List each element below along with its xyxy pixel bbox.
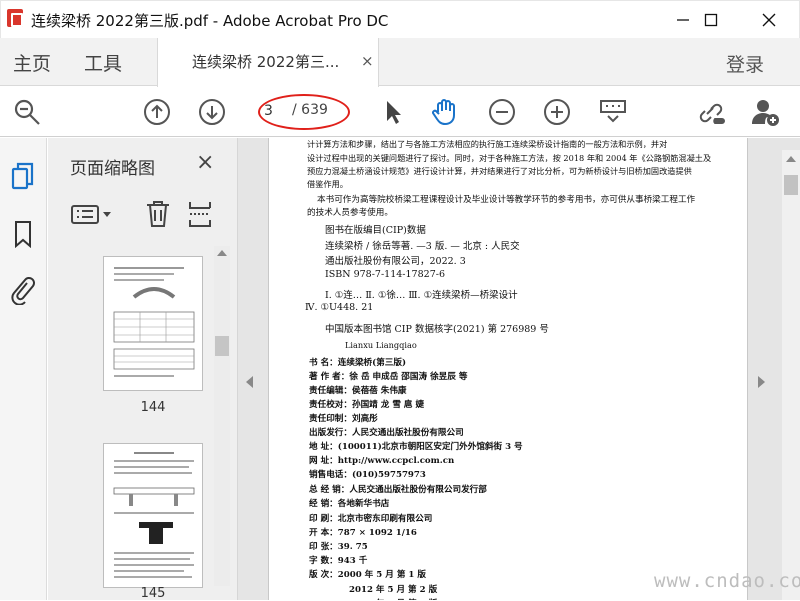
zoom-out-icon[interactable] (485, 95, 519, 129)
hand-tool-icon[interactable] (428, 95, 462, 129)
previous-page-button[interactable] (140, 95, 174, 129)
document-scroll-thumb[interactable] (784, 175, 798, 195)
document-text-line: 2012 年 5 月 第 2 版 (349, 585, 438, 595)
thumbnail-panel: 页面缩略图 × 144 145 (48, 138, 238, 601)
login-button[interactable]: 登录 (726, 50, 764, 77)
document-text-line: 书 名：连续梁桥(第三版) (309, 358, 407, 368)
document-tab-label: 连续梁桥 2022第三... (192, 53, 340, 71)
crop-page-icon[interactable] (186, 200, 214, 228)
maximize-button[interactable] (685, 1, 737, 39)
document-page: 计计算方法和步骤，结出了与各施工方法相应的执行施工连续梁桥设计指南的一般方法和示… (268, 138, 748, 600)
panel-toolbar (48, 190, 238, 230)
tab-home[interactable]: 主页 (13, 49, 51, 76)
document-text-line: 版 次：2000 年 5 月 第 1 版 (309, 570, 426, 580)
document-text-line: 印 刷：北京市密东印刷有限公司 (309, 514, 433, 524)
toolbar (0, 87, 800, 137)
document-text-line: 通出版社股份有限公司，2022. 3 (325, 256, 466, 267)
page-thumbnails-icon[interactable] (8, 160, 38, 192)
select-cursor-icon[interactable] (376, 95, 410, 129)
zoom-in-icon[interactable] (540, 95, 574, 129)
panel-title: 页面缩略图 (70, 159, 155, 179)
thumbnail-label: 145 (140, 586, 166, 601)
prev-page-arrow[interactable] (246, 376, 253, 388)
document-text-line: 图书在版编目(CIP)数据 (325, 225, 426, 236)
title-bar: 连续梁桥 2022第三版.pdf - Adobe Acrobat Pro DC (0, 0, 800, 38)
close-tab-button[interactable]: × (361, 52, 374, 70)
document-text-line: 出版发行：人民交通出版社股份有限公司 (309, 428, 464, 438)
left-rail (0, 138, 47, 600)
document-text-line: 字 数：943 千 (309, 556, 368, 566)
document-text-line: Ⅰ. ①连… Ⅱ. ①徐… Ⅲ. ①连续梁桥—桥梁设计 (325, 290, 518, 301)
watermark: www.cndao.com (654, 570, 800, 592)
scroll-up-arrow[interactable] (217, 250, 227, 256)
document-text-line: 借鉴作用。 (307, 179, 348, 189)
document-text-line: 网 址：http://www.ccpcl.com.cn (309, 456, 455, 466)
thumbnail-page-144[interactable] (103, 256, 203, 391)
tab-document[interactable]: 连续梁桥 2022第三... × (157, 38, 379, 87)
document-text-line: 销售电话：(010)59757973 (309, 470, 426, 480)
document-text-line: 责任校对：孙国靖 龙 雪 扈 婕 (309, 400, 425, 410)
document-text-line: Ⅳ. ①U448. 21 (305, 302, 374, 313)
acrobat-icon (7, 9, 23, 27)
scroll-up-arrow[interactable] (786, 156, 796, 162)
document-text-line: 预应力混凝土桥涵设计规范》进行设计计算，并对结果进行了对比分析，可为新桥设计与旧… (307, 166, 692, 176)
zoom-search-icon[interactable] (10, 95, 44, 129)
panel-scroll-thumb[interactable] (215, 336, 229, 356)
close-window-button[interactable] (743, 1, 795, 39)
document-text-line: 设计过程中出现的关键问题进行了探讨。同时，对于各种施工方法，按 2018 年和 … (307, 153, 712, 163)
document-text-line: 经 销：各地新华书店 (309, 499, 390, 509)
thumbnail-145-content (113, 452, 195, 578)
options-menu-icon[interactable] (70, 200, 114, 228)
window-title: 连续梁桥 2022第三版.pdf - Adobe Acrobat Pro DC (31, 12, 389, 30)
document-text-line: 著 作 者：徐 岳 申成岳 邵国涛 徐昱辰 等 (309, 372, 468, 382)
thumbnail-page-145[interactable] (103, 443, 203, 588)
add-user-icon[interactable] (748, 95, 782, 129)
document-text-line: 总 经 销：人民交通出版社股份有限公司发行部 (309, 485, 487, 495)
trash-icon[interactable] (144, 200, 172, 228)
document-text-line: 责任印制：刘高彤 (309, 414, 378, 424)
document-text-line: 本书可作为高等院校桥梁工程课程设计及毕业设计等教学环节的参考用书，亦可供从事桥梁… (317, 195, 696, 205)
attachments-icon[interactable] (8, 274, 38, 306)
document-text-line: 印 张：39. 75 (309, 542, 368, 552)
page-display-icon[interactable] (596, 95, 630, 129)
highlight-ellipse (258, 94, 350, 130)
thumbnail-label: 144 (140, 400, 166, 415)
tab-tools[interactable]: 工具 (84, 49, 122, 76)
thumbnail-144-content (113, 267, 195, 377)
bookmarks-icon[interactable] (8, 218, 38, 250)
document-scrollbar[interactable] (782, 150, 800, 600)
document-text-line: 责任编辑：侯蓓蓓 朱伟康 (309, 386, 407, 396)
next-page-arrow[interactable] (758, 376, 765, 388)
document-text-line: 的技术人员参考使用。 (307, 208, 393, 218)
document-text-line: Lianxu Liangqiao (345, 340, 417, 350)
document-text-line: 开 本：787 × 1092 1/16 (309, 528, 417, 538)
document-text-line: 计计算方法和步骤，结出了与各施工方法相应的执行施工连续梁桥设计指南的一般方法和示… (307, 139, 668, 149)
document-text-line: 连续梁桥 / 徐岳等著. —3 版. — 北京 : 人民交 (325, 241, 520, 252)
document-text-line: 地 址：(100011)北京市朝阳区安定门外外馆斜街 3 号 (309, 442, 523, 452)
close-panel-button[interactable]: × (196, 150, 214, 175)
document-text-line: 中国版本图书馆 CIP 数据核字(2021) 第 276989 号 (325, 324, 549, 335)
next-page-button[interactable] (195, 95, 229, 129)
share-link-icon[interactable] (693, 95, 727, 129)
tab-bar: 主页 工具 登录 (0, 38, 800, 86)
document-text-line: ISBN 978-7-114-17827-6 (325, 269, 445, 280)
panel-scrollbar[interactable] (214, 246, 230, 586)
